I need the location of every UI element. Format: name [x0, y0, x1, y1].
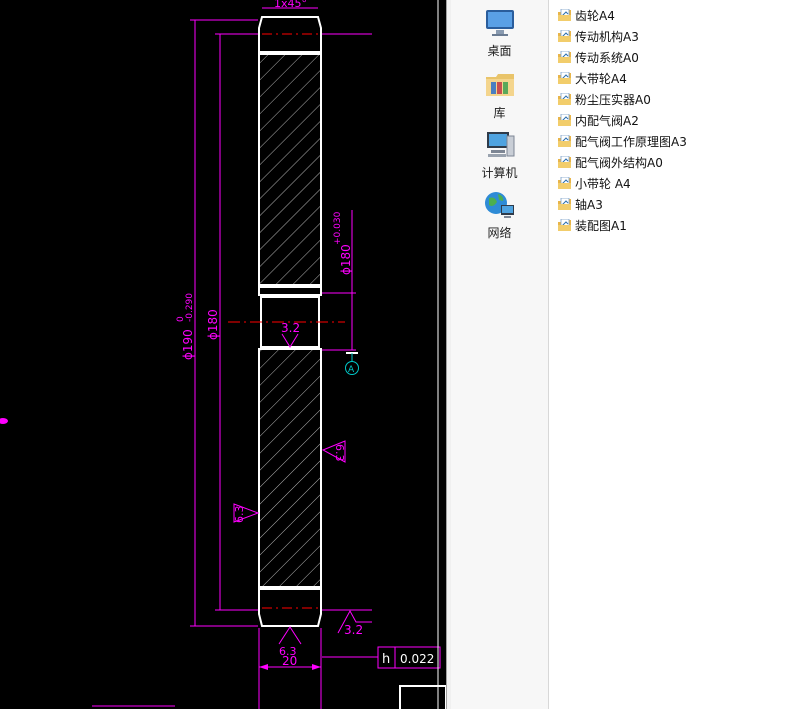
desktop-icon [483, 6, 517, 40]
svg-text:6.3: 6.3 [333, 444, 346, 462]
dwg-file-icon [558, 176, 571, 189]
upper-hatched-section [258, 53, 322, 286]
svg-text:ϕ190: ϕ190 [181, 329, 195, 360]
tolerance-symbol: h [382, 652, 390, 667]
file-item[interactable]: 齿轮A4 [558, 5, 615, 25]
dwg-file-icon [558, 71, 571, 84]
bottom-right-roughness-text: 3.2 [344, 623, 363, 637]
nav-desktop[interactable]: 桌面 [451, 6, 548, 59]
svg-text:-0.290: -0.290 [185, 293, 195, 322]
file-item[interactable]: 内配气阀A2 [558, 110, 639, 130]
side-roughness-text: 6.3 [333, 444, 346, 462]
cursor-marker [0, 418, 8, 424]
top-chamfer-dimension: 1x45° [262, 0, 318, 10]
bore-section: 3.2 [228, 286, 345, 348]
nav-network[interactable]: 网络 [451, 188, 548, 241]
svg-text:ϕ180: ϕ180 [206, 309, 220, 340]
dwg-file-icon [558, 197, 571, 210]
svg-text:+0.030: +0.030 [333, 211, 343, 245]
bore-diameter-dimension: ϕ180 +0.030 [333, 210, 353, 350]
nav-library[interactable]: 库 [451, 68, 548, 121]
tolerance-value: 0.022 [400, 652, 434, 666]
file-item[interactable]: 大带轮A4 [558, 68, 627, 88]
width-dimension: 20 [258, 628, 322, 709]
outer-dia-tol-lower: -0.290 [185, 293, 195, 322]
computer-icon [483, 128, 517, 162]
dwg-file-icon [558, 8, 571, 21]
gear-section-drawing: 1x45° 3.2 ϕ190 0 -0.290 ϕ180 ϕ180 +0.030… [0, 0, 446, 709]
file-item[interactable]: 粉尘压实器A0 [558, 89, 651, 109]
outer-diameter-dimension: ϕ190 0 -0.290 [176, 20, 196, 626]
svg-text:ϕ180: ϕ180 [339, 244, 353, 275]
file-item[interactable]: 装配图A1 [558, 215, 627, 235]
side-roughness-left: 6.3 [233, 503, 260, 524]
dwg-file-icon [558, 218, 571, 231]
nav-label: 桌面 [487, 44, 512, 58]
inner-diameter-dimension: ϕ180 [206, 34, 221, 610]
file-item[interactable]: 传动机构A3 [558, 26, 639, 46]
nav-computer[interactable]: 计算机 [451, 128, 548, 181]
top-chamfer-text: 1x45° [274, 0, 307, 10]
dwg-file-icon [558, 92, 571, 105]
bore-tol-text: +0.030 [333, 211, 343, 245]
svg-text:6.3: 6.3 [233, 506, 246, 524]
datum-marker: A [345, 352, 359, 375]
navigation-pane: 桌面 库 计算机 网络 [451, 0, 549, 709]
dwg-file-icon [558, 50, 571, 63]
width-text: 20 [282, 654, 297, 668]
library-icon [483, 68, 517, 102]
file-list: 齿轮A4 传动机构A3 传动系统A0 大带轮A4 粉尘压实器A0 内配气阀A2 … [550, 0, 791, 709]
drawing-frame-fragment [399, 685, 446, 709]
file-item[interactable]: 配气阀外结构A0 [558, 152, 663, 172]
lower-hatched-section [258, 348, 322, 588]
nav-label: 网络 [487, 226, 512, 240]
lower-rim [258, 588, 322, 627]
file-item[interactable]: 配气阀工作原理图A3 [558, 131, 687, 151]
nav-label: 库 [493, 106, 506, 120]
dwg-file-icon [558, 155, 571, 168]
nav-label: 计算机 [481, 166, 518, 180]
outer-dia-text: ϕ190 [181, 329, 195, 360]
inner-dia-text: ϕ180 [206, 309, 220, 340]
bottom-right-roughness: 3.2 [337, 609, 372, 637]
upper-rim [258, 16, 322, 53]
keyway-roughness: 3.2 [281, 321, 300, 335]
cad-drawing-canvas[interactable]: 1x45° 3.2 ϕ190 0 -0.290 ϕ180 ϕ180 +0.030… [0, 0, 446, 709]
dwg-file-icon [558, 134, 571, 147]
side-roughness-right: 6.3 [321, 440, 346, 463]
file-item[interactable]: 小带轮 A4 [558, 173, 631, 193]
dwg-file-icon [558, 113, 571, 126]
datum-label: A [348, 365, 355, 375]
tolerance-frame: h 0.022 [322, 646, 441, 669]
file-item[interactable]: 轴A3 [558, 194, 603, 214]
bore-dia-text: ϕ180 [339, 244, 353, 275]
file-item[interactable]: 传动系统A0 [558, 47, 639, 67]
left-roughness-text: 6.3 [233, 506, 246, 524]
dwg-file-icon [558, 29, 571, 42]
network-icon [483, 188, 517, 222]
